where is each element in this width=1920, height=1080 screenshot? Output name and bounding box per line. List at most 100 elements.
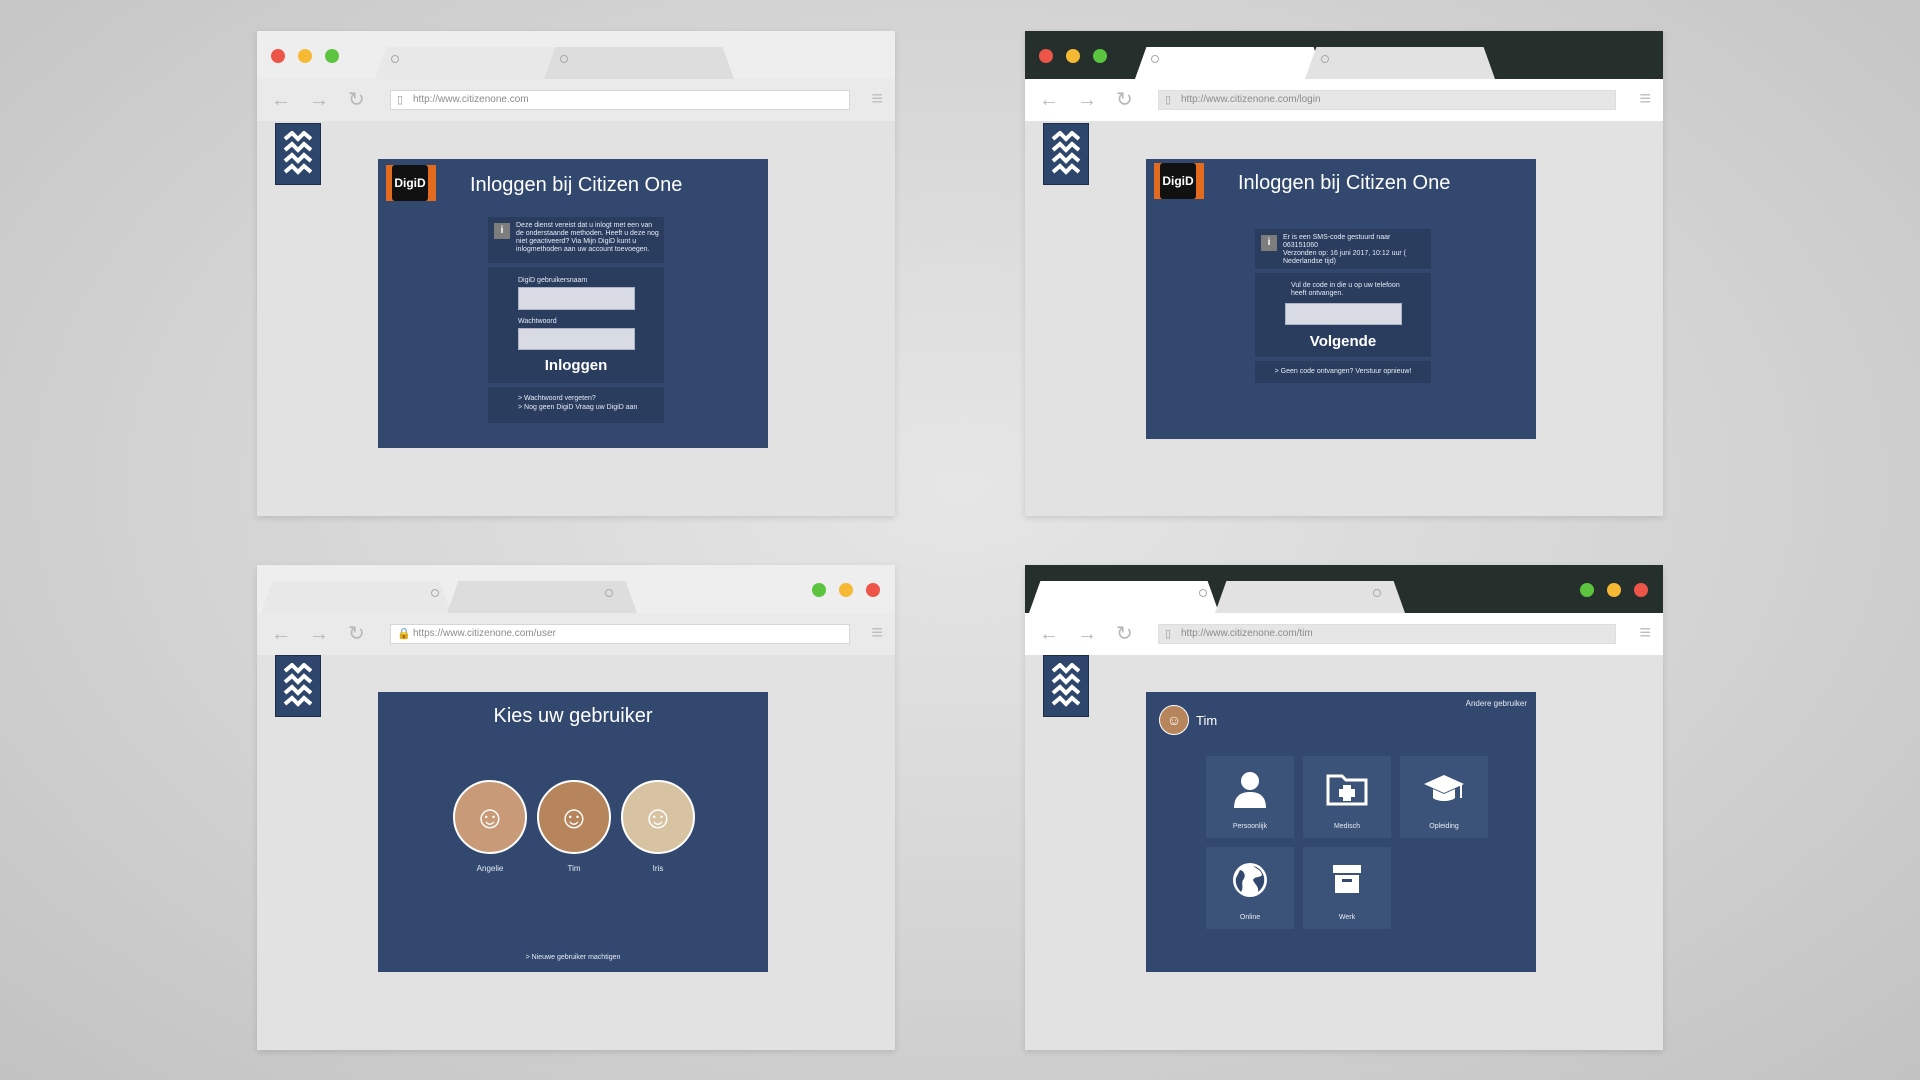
archive-box-icon [1329,861,1365,905]
tile-medisch[interactable]: Medisch [1303,756,1391,838]
code-label: Vul de code in die u op uw telefoon heef… [1291,282,1400,297]
forward-arrow-icon[interactable]: → [309,88,329,112]
sms-panel: DigiD Inloggen bij Citizen One i Er is e… [1146,159,1536,439]
resend-box: > Geen code ontvangen? Verstuur opnieuw! [1255,361,1431,383]
panel-title: Kies uw gebruiker [493,705,653,727]
forward-arrow-icon[interactable]: → [1077,622,1097,646]
browser-tab[interactable] [261,581,451,613]
new-user-link[interactable]: > Nieuwe gebruiker machtigen [378,954,768,962]
address-toolbar: ← → ↻ ▯ http://www.citizenone.com ≡ [257,79,895,121]
page-icon: ▯ [397,94,404,106]
browser-window-sms: ← → ↻ ▯ http://www.citizenone.com/login … [1025,31,1663,516]
browser-tab[interactable] [1135,47,1325,79]
tile-opleiding[interactable]: Opleiding [1400,756,1488,838]
tile-werk[interactable]: Werk [1303,847,1391,929]
info-icon: i [494,223,510,239]
browser-tab[interactable] [447,581,637,613]
username-label: DigiD gebruikersnaam [518,277,588,284]
citizenone-logo [275,123,321,185]
url-text: http://www.citizenone.com/login [1181,94,1321,105]
sent-time-text: Verzonden op: 16 juni 2017, 10:12 uur ( … [1283,250,1406,265]
minimize-dot[interactable] [1607,583,1621,597]
login-form: DigiD gebruikersnaam Wachtwoord Inloggen [488,267,664,383]
avatar-tim[interactable]: ☺ [537,780,611,854]
panel-title: Inloggen bij Citizen One [1238,172,1451,194]
url-bar[interactable]: ▯ http://www.citizenone.com/tim [1158,624,1616,644]
avatar-angelie[interactable]: ☺ [453,780,527,854]
request-digid-link[interactable]: > Nog geen DigiD Vraag uw DigiD aan [518,404,637,412]
sms-code-input[interactable] [1285,303,1402,325]
browser-tab[interactable] [1029,581,1219,613]
user-icon [1232,770,1268,818]
resend-link[interactable]: > Geen code ontvangen? Verstuur opnieuw! [1255,368,1431,376]
browser-tab[interactable] [1305,47,1495,79]
medical-folder-icon [1326,770,1368,814]
url-bar[interactable]: 🔒 https://www.citizenone.com/user [390,624,850,644]
reload-icon[interactable]: ↻ [348,622,365,646]
browser-window-login: ← → ↻ ▯ http://www.citizenone.com ≡ Digi… [257,31,895,516]
panel-title: Inloggen bij Citizen One [470,174,683,196]
globe-icon [1231,861,1269,907]
url-text: https://www.citizenone.com/user [413,628,556,639]
citizenone-logo [1043,123,1089,185]
browser-window-users: ← → ↻ 🔒 https://www.citizenone.com/user … [257,565,895,1050]
address-toolbar: ← → ↻ ▯ http://www.citizenone.com/login … [1025,79,1663,121]
url-text: http://www.citizenone.com [413,94,529,105]
browser-tab[interactable] [1215,581,1405,613]
forward-arrow-icon[interactable]: → [309,622,329,646]
tile-label: Werk [1338,914,1356,921]
menu-icon[interactable]: ≡ [1639,89,1651,109]
minimize-dot[interactable] [298,49,312,63]
maximize-dot[interactable] [812,583,826,597]
avatar-iris[interactable]: ☺ [621,780,695,854]
help-links: > Wachtwoord vergeten? > Nog geen DigiD … [488,387,664,423]
menu-icon[interactable]: ≡ [1639,623,1651,643]
close-dot[interactable] [271,49,285,63]
login-panel: DigiD Inloggen bij Citizen One i Deze di… [378,159,768,448]
menu-icon[interactable]: ≡ [871,89,883,109]
maximize-dot[interactable] [1580,583,1594,597]
url-bar[interactable]: ▯ http://www.citizenone.com [390,90,850,110]
back-arrow-icon[interactable]: ← [1039,622,1059,646]
title-bar [1025,31,1663,79]
lock-icon: 🔒 [397,628,411,640]
avatar-tim[interactable]: ☺ [1159,705,1189,735]
tile-online[interactable]: Online [1206,847,1294,929]
forward-arrow-icon[interactable]: → [1077,88,1097,112]
close-dot[interactable] [1634,583,1648,597]
info-icon: i [1261,235,1277,251]
switch-user-link[interactable]: Andere gebruiker [1466,700,1527,708]
login-button[interactable]: Inloggen [488,357,664,374]
menu-icon[interactable]: ≡ [871,623,883,643]
forgot-password-link[interactable]: > Wachtwoord vergeten? [518,395,596,403]
url-text: http://www.citizenone.com/tim [1181,628,1313,639]
address-toolbar: ← → ↻ 🔒 https://www.citizenone.com/user … [257,613,895,655]
maximize-dot[interactable] [1093,49,1107,63]
user-name: Tim [567,864,581,873]
close-dot[interactable] [1039,49,1053,63]
page-icon: ▯ [1165,628,1172,640]
back-arrow-icon[interactable]: ← [271,88,291,112]
password-input[interactable] [518,328,635,350]
maximize-dot[interactable] [325,49,339,63]
reload-icon[interactable]: ↻ [1116,622,1133,646]
back-arrow-icon[interactable]: ← [1039,88,1059,112]
info-box: i Er is een SMS-code gestuurd naar 06315… [1255,229,1431,269]
info-box: i Deze dienst vereist dat u inlogt met e… [488,217,664,263]
tile-persoonlijk[interactable]: Persoonlijk [1206,756,1294,838]
browser-tab[interactable] [375,47,565,79]
browser-tab[interactable] [544,47,734,79]
username-input[interactable] [518,287,635,310]
minimize-dot[interactable] [1066,49,1080,63]
next-button[interactable]: Volgende [1255,333,1431,350]
reload-icon[interactable]: ↻ [1116,88,1133,112]
close-dot[interactable] [866,583,880,597]
reload-icon[interactable]: ↻ [348,88,365,112]
title-bar [257,565,895,613]
browser-window-dashboard: ← → ↻ ▯ http://www.citizenone.com/tim ≡ … [1025,565,1663,1050]
url-bar[interactable]: ▯ http://www.citizenone.com/login [1158,90,1616,110]
back-arrow-icon[interactable]: ← [271,622,291,646]
citizenone-logo [1043,655,1089,717]
minimize-dot[interactable] [839,583,853,597]
graduation-cap-icon [1422,770,1466,814]
